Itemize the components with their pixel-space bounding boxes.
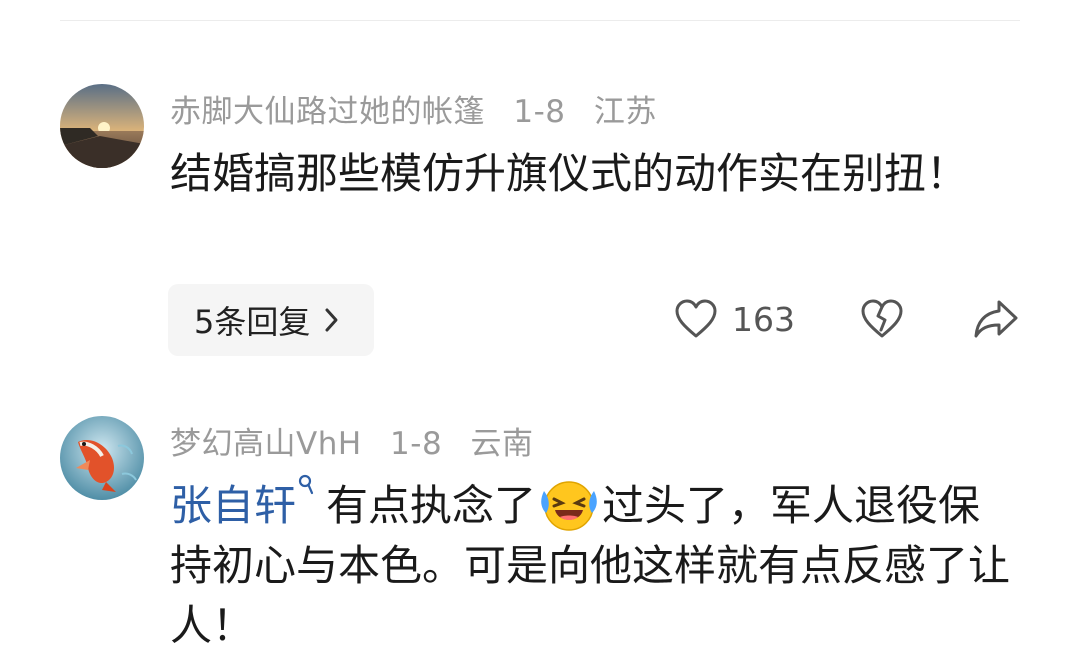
- like-button[interactable]: 163: [674, 298, 795, 340]
- comment-location: 云南: [470, 426, 534, 462]
- comment-text-part: 有点执念了: [326, 481, 537, 530]
- top-divider: [60, 20, 1020, 21]
- comment-date: 1-8: [513, 94, 566, 130]
- heart-icon: [675, 299, 717, 338]
- comment-location: 江苏: [593, 94, 657, 130]
- comment-text-content: 结婚搞那些模仿升旗仪式的动作实在别扭！: [170, 149, 969, 198]
- username[interactable]: 梦幻高山VhH: [170, 426, 362, 462]
- sunset-lake-avatar-icon: [60, 84, 144, 168]
- user-mention[interactable]: 张自轩: [170, 481, 296, 530]
- comment-text: 张自轩 有点执念了 过头了，军人退役保持初心与本色。可是向他这样就有点反感了让人！: [170, 474, 1020, 656]
- dislike-button[interactable]: [860, 298, 904, 340]
- avatar[interactable]: [60, 84, 144, 168]
- comment-meta: 赤脚大仙路过她的帐篷 1-8 江苏: [170, 86, 675, 131]
- replies-label: 5条回复: [194, 303, 311, 341]
- laughing-crying-emoji-icon: [541, 480, 597, 531]
- username[interactable]: 赤脚大仙路过她的帐篷: [170, 94, 485, 130]
- comment-meta: 梦幻高山VhH 1-8 云南: [170, 418, 552, 463]
- search-icon[interactable]: [298, 474, 314, 496]
- share-button[interactable]: [972, 298, 1020, 340]
- koi-fish-avatar-icon: [60, 416, 144, 500]
- broken-heart-icon: [861, 299, 903, 338]
- comment-text: 结婚搞那些模仿升旗仪式的动作实在别扭！: [170, 144, 1020, 204]
- comment-date: 1-8: [390, 426, 443, 462]
- view-replies-button[interactable]: 5条回复: [168, 284, 374, 356]
- chevron-right-icon: [325, 308, 338, 332]
- avatar[interactable]: [60, 416, 144, 500]
- like-count: 163: [732, 299, 795, 339]
- share-icon: [974, 300, 1018, 338]
